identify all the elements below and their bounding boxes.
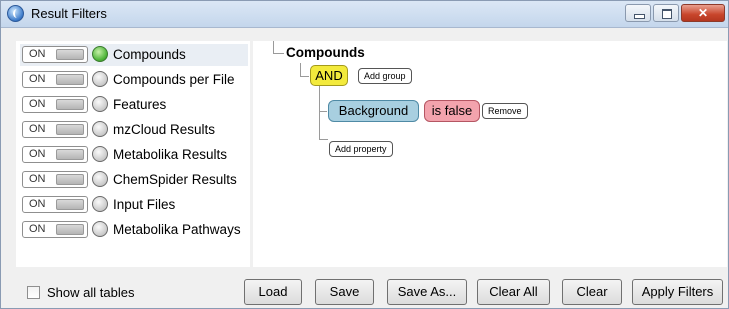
add-group-button[interactable]: Add group — [358, 68, 412, 84]
filter-table-list: ON Compounds ON Compounds per File ON Fe… — [16, 41, 250, 267]
toggle-knob — [56, 199, 84, 210]
save-button[interactable]: Save — [315, 279, 374, 305]
tree-connector — [300, 76, 309, 77]
toggle-knob — [56, 224, 84, 235]
add-property-button[interactable]: Add property — [329, 141, 393, 157]
filter-label: Metabolika Pathways — [113, 222, 241, 237]
filter-row-chemspider-results[interactable]: ON ChemSpider Results — [20, 169, 248, 191]
remove-property-button[interactable]: Remove — [482, 103, 528, 119]
on-off-toggle[interactable]: ON — [22, 196, 88, 213]
operator-and[interactable]: AND — [310, 65, 348, 86]
window-title: Result Filters — [31, 6, 107, 21]
tree-connector — [273, 41, 274, 53]
on-off-toggle[interactable]: ON — [22, 96, 88, 113]
toggle-label: ON — [29, 73, 46, 85]
tree-connector — [273, 53, 284, 54]
apply-filters-button[interactable]: Apply Filters — [632, 279, 723, 305]
load-button[interactable]: Load — [244, 279, 302, 305]
toggle-label: ON — [29, 123, 46, 135]
on-off-toggle[interactable]: ON — [22, 121, 88, 138]
filter-label: Metabolika Results — [113, 147, 228, 162]
toggle-label: ON — [29, 148, 46, 160]
filter-row-features[interactable]: ON Features — [20, 94, 248, 116]
filter-label: Compounds — [113, 47, 186, 62]
filter-label: Input Files — [113, 197, 176, 212]
toggle-knob — [56, 174, 84, 185]
toggle-label: ON — [29, 173, 46, 185]
toggle-label: ON — [29, 98, 46, 110]
filter-row-mzcloud-results[interactable]: ON mzCloud Results — [20, 119, 248, 141]
toggle-knob — [56, 124, 84, 135]
filter-label: ChemSpider Results — [113, 172, 237, 187]
filter-row-metabolika-pathways[interactable]: ON Metabolika Pathways — [20, 219, 248, 241]
footer-toolbar: Show all tables Load Save Save As... Cle… — [1, 267, 728, 308]
filter-row-input-files[interactable]: ON Input Files — [20, 194, 248, 216]
toggle-knob — [56, 99, 84, 110]
status-dot-icon — [92, 221, 108, 237]
status-dot-icon — [92, 196, 108, 212]
tree-connector — [319, 111, 327, 112]
status-dot-icon — [92, 71, 108, 87]
toggle-label: ON — [29, 223, 46, 235]
filter-row-metabolika-results[interactable]: ON Metabolika Results — [20, 144, 248, 166]
filter-label: mzCloud Results — [113, 122, 216, 137]
status-dot-icon — [92, 96, 108, 112]
toggle-knob — [56, 74, 84, 85]
on-off-toggle[interactable]: ON — [22, 146, 88, 163]
toggle-knob — [56, 49, 84, 60]
show-all-tables-checkbox[interactable] — [27, 286, 40, 299]
on-off-toggle[interactable]: ON — [22, 221, 88, 238]
tree-connector — [319, 86, 320, 139]
app-icon — [7, 5, 24, 22]
result-filters-window: Result Filters ON Compounds ON Compounds… — [0, 0, 729, 309]
clear-button[interactable]: Clear — [562, 279, 622, 305]
close-button[interactable] — [681, 4, 725, 22]
root-table-label: Compounds — [286, 45, 365, 60]
filter-row-compounds-per-file[interactable]: ON Compounds per File — [20, 69, 248, 91]
on-off-toggle[interactable]: ON — [22, 171, 88, 188]
tree-connector — [319, 139, 328, 140]
maximize-button[interactable] — [653, 4, 679, 22]
on-off-toggle[interactable]: ON — [22, 71, 88, 88]
status-dot-icon — [92, 46, 108, 62]
save-as-button[interactable]: Save As... — [387, 279, 467, 305]
show-all-tables-label[interactable]: Show all tables — [47, 285, 134, 300]
title-bar[interactable]: Result Filters — [1, 1, 728, 28]
tree-connector — [300, 63, 301, 76]
toggle-label: ON — [29, 48, 46, 60]
on-off-toggle[interactable]: ON — [22, 46, 88, 63]
property-field[interactable]: Background — [328, 100, 419, 122]
status-dot-icon — [92, 121, 108, 137]
filter-editor: Compounds AND Add group Background is fa… — [253, 41, 727, 267]
toggle-label: ON — [29, 198, 46, 210]
toggle-knob — [56, 149, 84, 160]
filter-row-compounds[interactable]: ON Compounds — [20, 44, 248, 66]
status-dot-icon — [92, 171, 108, 187]
clear-all-button[interactable]: Clear All — [477, 279, 550, 305]
status-dot-icon — [92, 146, 108, 162]
filter-label: Compounds per File — [113, 72, 235, 87]
property-condition[interactable]: is false — [424, 100, 480, 122]
filter-label: Features — [113, 97, 167, 112]
minimize-button[interactable] — [625, 4, 651, 22]
